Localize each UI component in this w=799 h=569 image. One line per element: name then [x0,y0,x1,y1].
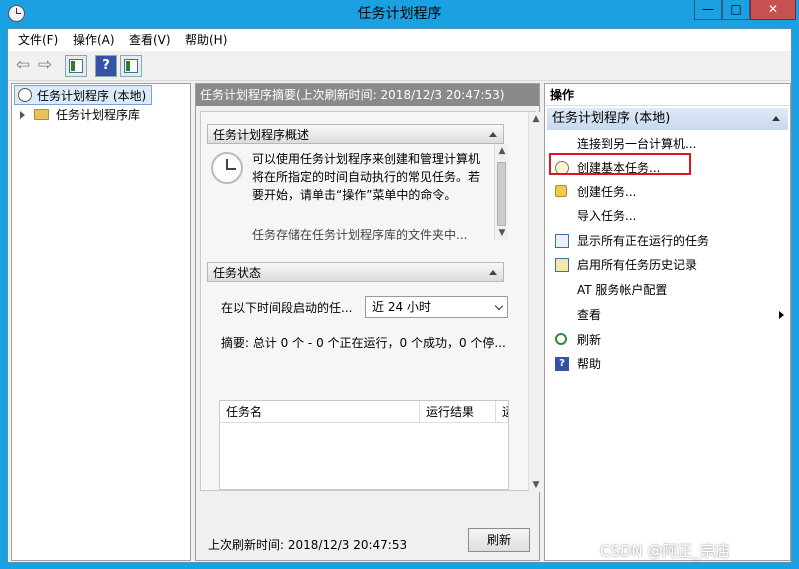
action-display-running-tasks[interactable]: 显示所有正在运行的任务 [547,229,788,253]
action-help[interactable]: ? 帮助 [547,352,788,376]
tree-item-task-scheduler-local[interactable]: 任务计划程序 (本地) [14,85,152,105]
action-label: 创建任务... [577,185,637,199]
action-refresh[interactable]: 刷新 [547,328,788,352]
console-tree-icon [69,59,83,73]
action-label: AT 服务帐户配置 [577,283,668,297]
menu-help[interactable]: 帮助(H) [185,29,227,51]
action-label: 显示所有正在运行的任务 [577,234,710,248]
close-button[interactable]: ✕ [750,0,796,20]
task-history-icon [555,258,569,272]
summary-scrollbar[interactable]: ▲ ▼ [528,112,542,492]
overview-section-title: 任务计划程序概述 [213,128,310,142]
period-select-value: 近 24 小时 [372,300,431,314]
scroll-up-icon[interactable]: ▲ [529,114,543,124]
show-hide-console-tree-button[interactable] [65,55,87,77]
last-refresh-time: 上次刷新时间: 2018/12/3 20:47:53 [208,538,408,552]
action-at-service-account-config[interactable]: AT 服务帐户配置 [547,278,788,302]
action-pane-icon [124,59,138,73]
actions-pane: 操作 任务计划程序 (本地) 连接到另一台计算机... 创建基本任务... 创建… [544,83,791,561]
collapse-icon[interactable] [489,132,497,137]
menu-file[interactable]: 文件(F) [18,29,58,51]
back-arrow-icon[interactable]: ⇦ [14,57,32,74]
status-section-title: 任务状态 [213,266,262,280]
period-label: 在以下时间段启动的任... [221,301,353,315]
action-label: 启用所有任务历史记录 [577,258,698,272]
refresh-button[interactable]: 刷新 [468,528,530,552]
menu-bar: 文件(F) 操作(A) 查看(V) 帮助(H) [8,29,791,51]
scroll-up-icon[interactable]: ▲ [495,146,509,156]
maximize-button[interactable]: □ [722,0,750,20]
action-create-task[interactable]: 创建任务... [547,180,788,204]
overview-scroll-thumb[interactable] [497,162,506,226]
window-title: 任务计划程序 [357,6,442,22]
actions-group-header[interactable]: 任务计划程序 (本地) [547,108,788,130]
show-hide-action-pane-button[interactable] [120,55,142,77]
overview-section-header[interactable]: 任务计划程序概述 [207,124,504,144]
overview-description-more: 任务存储在任务计划程序库的文件夹中... [252,228,468,240]
chevron-down-icon [494,301,504,311]
column-header-run-result[interactable]: 运行结果 [420,401,496,423]
menu-view[interactable]: 查看(V) [129,29,171,51]
scroll-down-icon[interactable]: ▼ [495,228,509,238]
collapse-icon[interactable] [489,270,497,275]
clock-icon [18,88,32,102]
expand-arrow-icon[interactable] [20,111,25,119]
actions-pane-header: 操作 [545,84,790,106]
overview-section-body: 可以使用任务计划程序来创建和管理计算机将在所指定的时间自动执行的常见任务。若要开… [207,144,492,240]
help-button[interactable]: ? [95,55,117,77]
action-enable-task-history[interactable]: 启用所有任务历史记录 [547,253,788,277]
watermark: CSDN @阿正_宗店 [600,542,731,560]
submenu-arrow-icon [779,311,784,319]
action-label: 刷新 [577,333,602,347]
highlight-box [549,153,691,175]
period-select[interactable]: 近 24 小时 [365,296,508,318]
overview-description: 可以使用任务计划程序来创建和管理计算机将在所指定的时间自动执行的常见任务。若要开… [252,152,481,202]
action-label: 查看 [577,308,602,322]
client-area: 文件(F) 操作(A) 查看(V) 帮助(H) ⇦ ⇨ ? 任务计划程序 (本地… [7,28,792,563]
action-import-task[interactable]: 导入任务... [547,204,788,228]
action-label: 帮助 [577,357,602,371]
tree-item-task-scheduler-library[interactable]: 任务计划程序库 [14,105,140,125]
action-view[interactable]: 查看 [547,303,788,327]
action-label: 连接到另一台计算机... [577,137,697,151]
actions-group-title: 任务计划程序 (本地) [552,111,671,126]
action-label: 导入任务... [577,209,637,223]
minimize-button[interactable]: — [694,0,722,20]
tree-item-label: 任务计划程序 (本地) [37,89,147,103]
help-icon: ? [555,357,569,371]
menu-action[interactable]: 操作(A) [73,29,115,51]
status-section-header[interactable]: 任务状态 [207,262,504,282]
column-header-run[interactable]: 运 [496,401,508,423]
create-task-icon [555,185,567,197]
summary-content: 任务计划程序概述 可以使用任务计划程序来创建和管理计算机将在所指定的时间自动执行… [200,111,542,492]
refresh-icon [555,333,567,345]
toolbar: ⇦ ⇨ ? [8,51,791,81]
tree-item-label: 任务计划程序库 [56,108,141,122]
folder-icon [34,109,49,120]
column-header-task-name[interactable]: 任务名 [220,401,420,423]
task-summary: 摘要: 总计 0 个 - 0 个正在运行，0 个成功，0 个停... [221,336,506,350]
forward-arrow-icon[interactable]: ⇨ [36,57,54,74]
summary-pane-header: 任务计划程序摘要(上次刷新时间: 2018/12/3 20:47:53) [196,84,539,106]
scroll-down-icon[interactable]: ▼ [529,480,543,490]
running-tasks-icon [555,234,569,248]
console-tree: 任务计划程序 (本地) 任务计划程序库 [11,83,191,561]
collapse-icon[interactable] [772,116,780,121]
task-table: 任务名 运行结果 运 [219,400,509,490]
clock-icon [211,152,243,184]
summary-pane: 任务计划程序摘要(上次刷新时间: 2018/12/3 20:47:53) 任务计… [195,83,542,561]
